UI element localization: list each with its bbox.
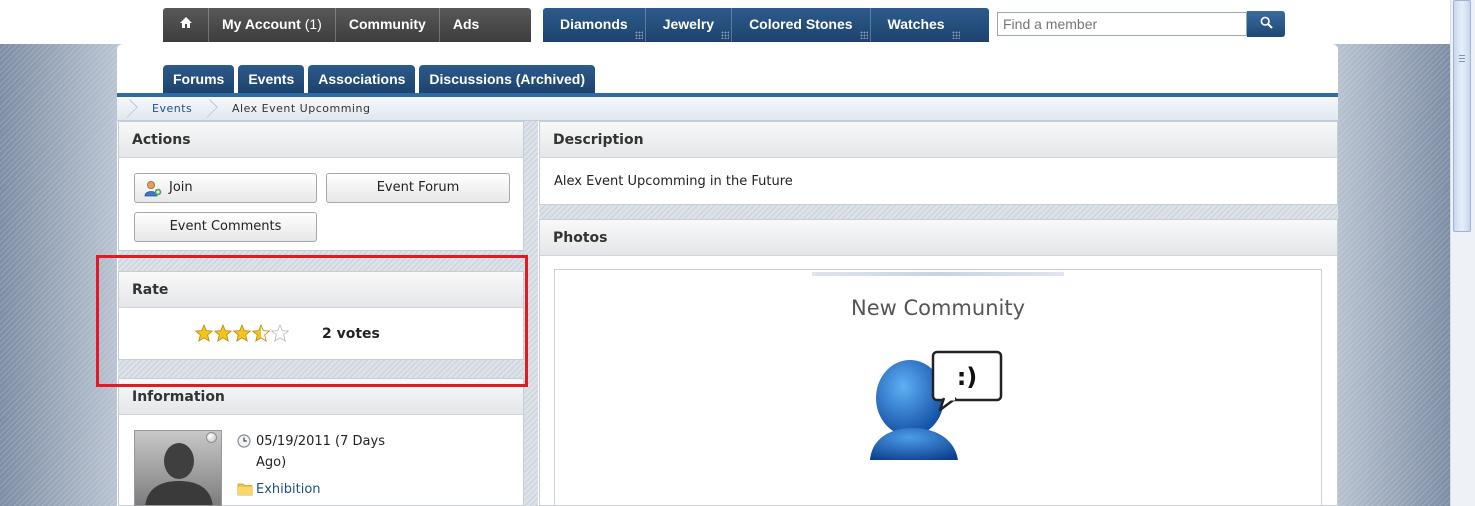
speech-bubble-text: :) xyxy=(957,363,978,391)
home-icon xyxy=(179,17,192,28)
breadcrumb-link-events[interactable]: Events xyxy=(152,97,192,121)
breadcrumb: Events Alex Event Upcomming xyxy=(117,97,1338,121)
scrollbar-thumb[interactable] xyxy=(1453,0,1471,232)
main-nav-right: Diamonds Jewelry Colored Stones Watches xyxy=(543,8,989,42)
dropdown-grip-icon xyxy=(634,31,643,39)
join-label: Join xyxy=(169,180,193,195)
tab-my-account-label: My Account xyxy=(222,16,301,32)
event-forum-button[interactable]: Event Forum xyxy=(326,173,510,203)
star-icon[interactable] xyxy=(233,324,251,342)
section-divider xyxy=(118,251,524,271)
tab-my-account[interactable]: My Account (1) xyxy=(209,8,336,42)
actions-header: Actions xyxy=(119,122,523,158)
search-button[interactable] xyxy=(1247,11,1285,37)
tab-watches-label: Watches xyxy=(887,16,945,32)
online-status-icon xyxy=(206,432,217,443)
photos-header: Photos xyxy=(540,220,1337,256)
breadcrumb-current: Alex Event Upcomming xyxy=(232,102,371,115)
user-add-icon xyxy=(144,181,162,197)
dropdown-grip-icon xyxy=(951,31,960,39)
subtab-associations[interactable]: Associations xyxy=(308,65,416,93)
tab-community[interactable]: Community xyxy=(336,8,440,42)
join-button[interactable]: Join xyxy=(134,173,317,203)
event-category-link[interactable]: Exhibition xyxy=(256,482,321,497)
tab-diamonds-label: Diamonds xyxy=(560,16,628,32)
sub-tabs: Forums Events Associations Discussions (… xyxy=(163,65,596,93)
tab-ads[interactable]: Ads xyxy=(440,8,492,42)
breadcrumb-separator xyxy=(205,97,215,121)
my-account-count: (1) xyxy=(304,16,322,32)
star-rating[interactable] xyxy=(195,324,290,342)
rate-panel: Rate xyxy=(118,271,524,360)
tab-colored-stones-label: Colored Stones xyxy=(749,16,853,32)
subtab-discussions-archived[interactable]: Discussions (Archived) xyxy=(419,65,596,93)
column-divider xyxy=(524,121,538,506)
dropdown-grip-icon xyxy=(859,31,868,39)
event-date-relative: Ago) xyxy=(256,455,287,470)
search-icon xyxy=(1260,16,1273,29)
information-header: Information xyxy=(119,379,523,415)
section-divider xyxy=(539,205,1338,219)
tab-community-label: Community xyxy=(348,16,426,32)
star-icon[interactable] xyxy=(271,324,289,342)
event-forum-label: Event Forum xyxy=(376,180,460,195)
dropdown-grip-icon xyxy=(721,31,730,39)
vote-count: 2 votes xyxy=(322,326,380,342)
event-date: 05/19/2011 (7 Days xyxy=(256,434,385,449)
section-divider xyxy=(118,360,524,378)
tab-watches[interactable]: Watches xyxy=(871,8,962,42)
star-icon[interactable] xyxy=(195,324,213,342)
folder-icon xyxy=(237,483,253,496)
scrollbar-grip-icon xyxy=(1459,55,1465,63)
tab-colored-stones[interactable]: Colored Stones xyxy=(732,8,871,42)
rate-header: Rate xyxy=(119,272,523,308)
tab-diamonds[interactable]: Diamonds xyxy=(543,8,646,42)
subtab-events[interactable]: Events xyxy=(238,65,305,93)
tab-home[interactable] xyxy=(163,8,209,42)
description-panel: Description xyxy=(539,121,1338,205)
event-comments-label: Event Comments xyxy=(169,219,282,234)
community-avatar-image: :) xyxy=(870,350,1003,460)
member-search-input[interactable] xyxy=(997,12,1247,36)
description-header: Description xyxy=(540,122,1337,158)
tab-ads-label: Ads xyxy=(452,16,480,32)
tab-jewelry[interactable]: Jewelry xyxy=(646,8,733,42)
main-nav-left: My Account (1) Community Ads xyxy=(163,8,531,42)
tab-jewelry-label: Jewelry xyxy=(662,16,715,32)
star-icon[interactable] xyxy=(252,324,270,342)
event-comments-button[interactable]: Event Comments xyxy=(134,212,317,242)
clock-icon xyxy=(237,434,251,448)
photo-accent-bar xyxy=(812,272,1064,276)
subtab-forums[interactable]: Forums xyxy=(163,65,235,93)
photo-title: New Community xyxy=(850,296,1026,320)
breadcrumb-separator xyxy=(125,97,135,121)
description-text: Alex Event Upcomming in the Future xyxy=(554,174,793,189)
star-icon[interactable] xyxy=(214,324,232,342)
